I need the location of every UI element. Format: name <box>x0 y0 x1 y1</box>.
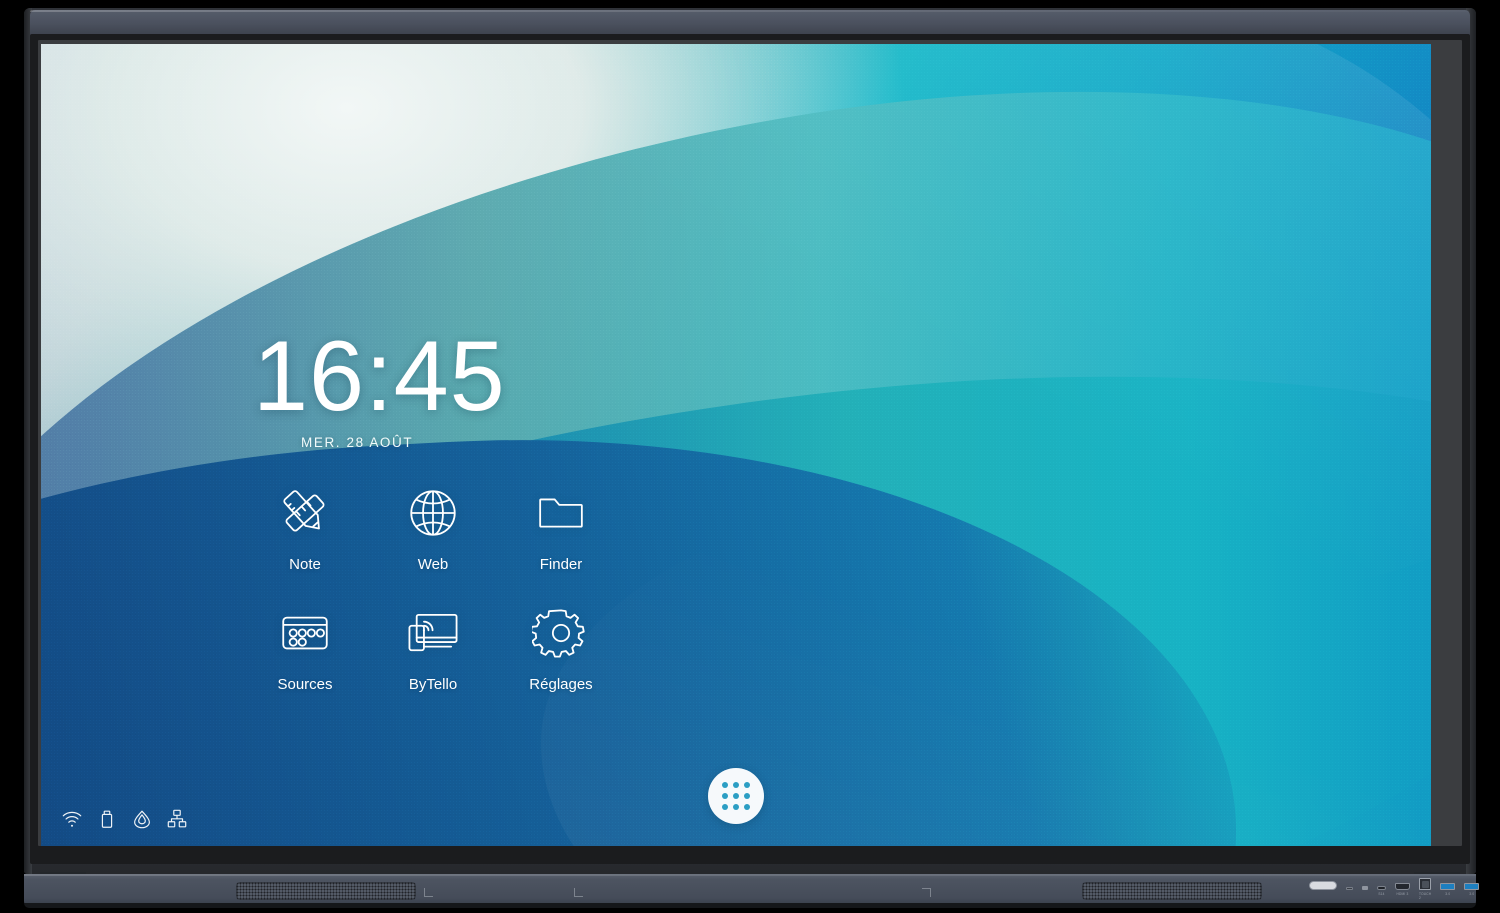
port-small-slot-1[interactable] <box>1346 887 1353 897</box>
clock-date: MER. 28 AOÛT <box>301 435 414 450</box>
speaker-grille-left <box>236 882 416 900</box>
folder-icon <box>532 484 590 542</box>
pen-ruler-icon <box>276 484 334 542</box>
gear-icon <box>532 604 590 662</box>
alignment-mark-left <box>424 888 433 897</box>
wallpaper-grain <box>41 44 1431 846</box>
port-label: TOUCH 2 <box>1419 892 1432 900</box>
port-touch-usb-b[interactable]: TOUCH 2 <box>1419 878 1432 900</box>
port-small-slot-2[interactable] <box>1362 886 1368 897</box>
globe-icon <box>404 484 462 542</box>
app-label: Sources <box>277 676 333 693</box>
port-usb-c[interactable]: S14 <box>1377 886 1386 897</box>
cloud-drop-icon[interactable] <box>131 808 153 830</box>
interactive-flat-panel-device: 16:45 MER. 28 AOÛT Note Web Finder Sourc… <box>0 0 1500 913</box>
status-bar <box>61 808 188 830</box>
apps-grid-icon <box>722 782 750 810</box>
network-ethernet-icon[interactable] <box>166 808 188 830</box>
wifi-icon[interactable] <box>61 808 83 830</box>
port-oval-slot[interactable] <box>1309 881 1337 897</box>
app-shortcut-reglages[interactable]: Réglages <box>497 604 625 724</box>
port-label: S14 <box>1378 892 1385 896</box>
alignment-mark-center <box>574 888 583 897</box>
clock-time: 16:45 <box>253 320 506 431</box>
port-usb-a-1[interactable]: 3.0 <box>1440 883 1456 897</box>
chassis-bottom-bar: S14 HDMI 3 TOUCH 2 3.0 3.0 <box>24 874 1480 908</box>
clock-widget: 16:45 MER. 28 AOÛT <box>253 326 506 450</box>
port-label: 3.0 <box>1469 892 1475 896</box>
port-label: HDMI 3 <box>1396 892 1409 896</box>
app-label: Réglages <box>529 676 593 693</box>
app-shortcut-finder[interactable]: Finder <box>497 484 625 604</box>
usb-drive-icon[interactable] <box>96 808 118 830</box>
port-panel: S14 HDMI 3 TOUCH 2 3.0 3.0 <box>1309 878 1480 900</box>
chassis-top-bevel <box>30 10 1470 36</box>
app-label: Finder <box>539 556 583 573</box>
app-label: Note <box>289 556 321 573</box>
app-drawer-button[interactable] <box>708 768 764 824</box>
app-label: Web <box>417 556 449 573</box>
speaker-grille-right <box>1082 882 1262 900</box>
screen-cast-icon <box>404 604 462 662</box>
app-shortcut-note[interactable]: Note <box>241 484 369 604</box>
alignment-mark-right <box>922 888 931 897</box>
port-label: 3.0 <box>1445 892 1451 896</box>
app-shortcut-web[interactable]: Web <box>369 484 497 604</box>
app-label: ByTello <box>408 676 458 693</box>
app-shortcut-grid: Note Web Finder Sources ByTello Réglages <box>241 484 625 724</box>
app-shortcut-bytello[interactable]: ByTello <box>369 604 497 724</box>
port-hdmi[interactable]: HDMI 3 <box>1395 883 1410 897</box>
display-screen: 16:45 MER. 28 AOÛT Note Web Finder Sourc… <box>41 44 1431 846</box>
port-usb-a-2[interactable]: 3.0 <box>1464 883 1480 897</box>
input-sources-icon <box>276 604 334 662</box>
app-shortcut-sources[interactable]: Sources <box>241 604 369 724</box>
